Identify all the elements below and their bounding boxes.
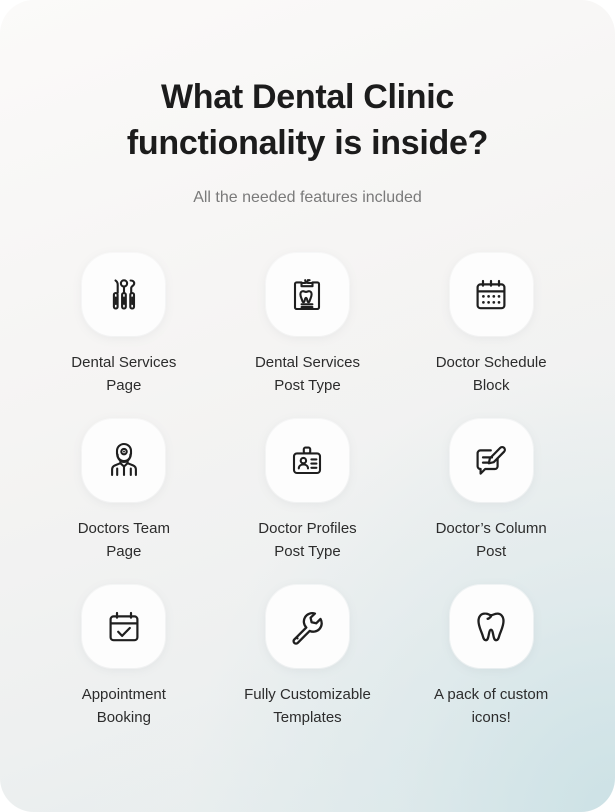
feature-label: Doctor Profiles Post Type bbox=[258, 520, 357, 560]
feature-icon-tile bbox=[265, 585, 349, 668]
calendar-icon bbox=[471, 275, 511, 315]
feature-item-dental-services-page[interactable]: Dental Services Page bbox=[32, 253, 216, 397]
feature-grid: Dental Services Page Dental Services Pos… bbox=[0, 253, 615, 729]
feature-label: Dental Services Page bbox=[71, 354, 177, 394]
doctor-icon bbox=[104, 441, 144, 481]
page-title: What Dental Clinic functionality is insi… bbox=[126, 78, 489, 162]
feature-item-custom-icons-pack[interactable]: A pack of custom icons! bbox=[399, 585, 583, 729]
page-subtitle: All the needed features included bbox=[193, 189, 422, 206]
clipboard-tooth-icon bbox=[287, 275, 327, 315]
feature-icon-tile bbox=[82, 419, 166, 502]
feature-label: Doctors Team Page bbox=[77, 520, 170, 560]
comment-edit-icon bbox=[471, 441, 511, 481]
feature-icon-tile bbox=[265, 419, 349, 502]
wrench-icon bbox=[287, 607, 327, 647]
tooth-icon bbox=[471, 607, 511, 647]
feature-item-fully-customizable-templates[interactable]: Fully Customizable Templates bbox=[216, 585, 400, 729]
feature-label: Dental Services Post Type bbox=[254, 354, 361, 394]
feature-icon-tile bbox=[265, 253, 349, 336]
feature-item-doctors-team-page[interactable]: Doctors Team Page bbox=[32, 419, 216, 563]
feature-item-doctor-schedule-block[interactable]: Doctor Schedule Block bbox=[399, 253, 583, 397]
feature-icon-tile bbox=[449, 585, 533, 668]
calendar-check-icon bbox=[104, 607, 144, 647]
feature-showcase-card: What Dental Clinic functionality is insi… bbox=[0, 0, 615, 812]
feature-icon-tile bbox=[82, 585, 166, 668]
dental-tools-icon bbox=[104, 275, 144, 315]
feature-label: Appointment Booking bbox=[81, 686, 166, 726]
feature-item-doctors-column-post[interactable]: Doctor’s Column Post bbox=[399, 419, 583, 563]
feature-label: Doctor Schedule Block bbox=[435, 354, 547, 394]
feature-label: Doctor’s Column Post bbox=[435, 520, 547, 560]
feature-icon-tile bbox=[449, 419, 533, 502]
feature-label: Fully Customizable Templates bbox=[244, 686, 371, 726]
feature-item-appointment-booking[interactable]: Appointment Booking bbox=[32, 585, 216, 729]
feature-label: A pack of custom icons! bbox=[434, 686, 549, 726]
feature-item-doctor-profiles-post-type[interactable]: Doctor Profiles Post Type bbox=[216, 419, 400, 563]
id-badge-icon bbox=[287, 441, 327, 481]
feature-icon-tile bbox=[449, 253, 533, 336]
feature-icon-tile bbox=[82, 253, 166, 336]
feature-item-dental-services-post-type[interactable]: Dental Services Post Type bbox=[216, 253, 400, 397]
